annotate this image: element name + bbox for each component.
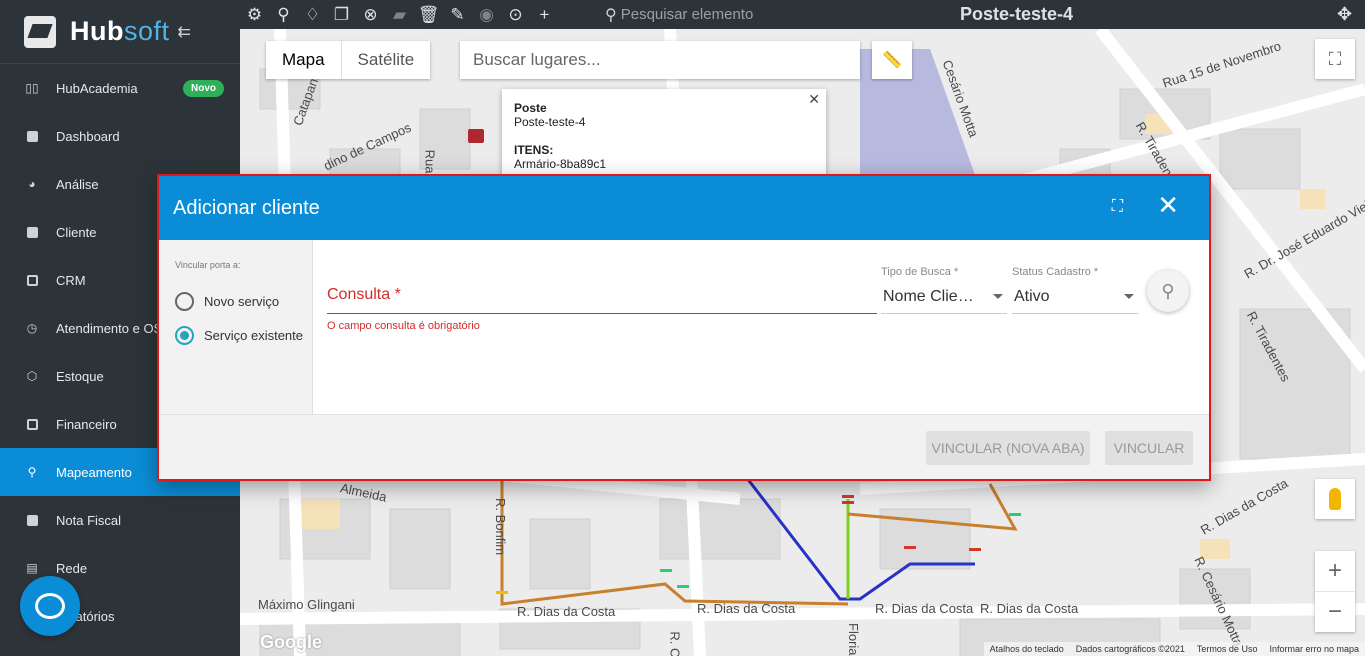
status-value: Ativo xyxy=(1014,288,1050,305)
add-client-dialog: Adicionar cliente ⛶ ✕ Vincular porta a: … xyxy=(157,174,1211,481)
consulta-error: O campo consulta é obrigatório xyxy=(327,320,480,332)
dialog-header: Adicionar cliente ⛶ ✕ xyxy=(159,176,1209,240)
dialog-close-icon[interactable]: ✕ xyxy=(1157,190,1179,221)
radio-label: Novo serviço xyxy=(204,293,280,309)
link-port-label: Vincular porta a: xyxy=(175,260,241,270)
dialog-footer: VINCULAR (NOVA ABA) VINCULAR xyxy=(159,414,1209,479)
chevron-down-icon xyxy=(993,294,1003,299)
link-new-tab-button[interactable]: VINCULAR (NOVA ABA) xyxy=(926,431,1090,465)
dialog-fullscreen-icon[interactable]: ⛶ xyxy=(1112,198,1123,216)
dialog-title: Adicionar cliente xyxy=(173,196,320,219)
search-type-value: Nome Clie… xyxy=(883,288,974,305)
radio-checked-icon[interactable] xyxy=(175,325,194,345)
radio-unchecked-icon[interactable] xyxy=(175,291,194,311)
search-type-label: Tipo de Busca * xyxy=(881,266,959,278)
consulta-input[interactable]: Consulta * xyxy=(327,286,877,314)
status-select[interactable]: Ativo xyxy=(1012,288,1138,314)
dialog-overlay: Adicionar cliente ⛶ ✕ Vincular porta a: … xyxy=(0,0,1365,656)
search-icon: ⚲ xyxy=(1161,280,1175,301)
search-button[interactable]: ⚲ xyxy=(1147,270,1189,312)
search-type-select[interactable]: Nome Clie… xyxy=(881,288,1007,314)
dialog-body: Vincular porta a: Novo serviço Serviço e… xyxy=(159,240,1209,414)
radio-existing-service[interactable]: Serviço existente xyxy=(175,318,312,352)
radio-label: Serviço existente xyxy=(204,327,303,343)
link-button[interactable]: VINCULAR xyxy=(1105,431,1193,465)
radio-new-service[interactable]: Novo serviço xyxy=(175,284,312,318)
link-port-panel: Vincular porta a: Novo serviço Serviço e… xyxy=(159,240,313,414)
chevron-down-icon xyxy=(1124,294,1134,299)
search-form: Consulta * O campo consulta é obrigatóri… xyxy=(313,240,1209,414)
status-label: Status Cadastro * xyxy=(1012,266,1099,278)
